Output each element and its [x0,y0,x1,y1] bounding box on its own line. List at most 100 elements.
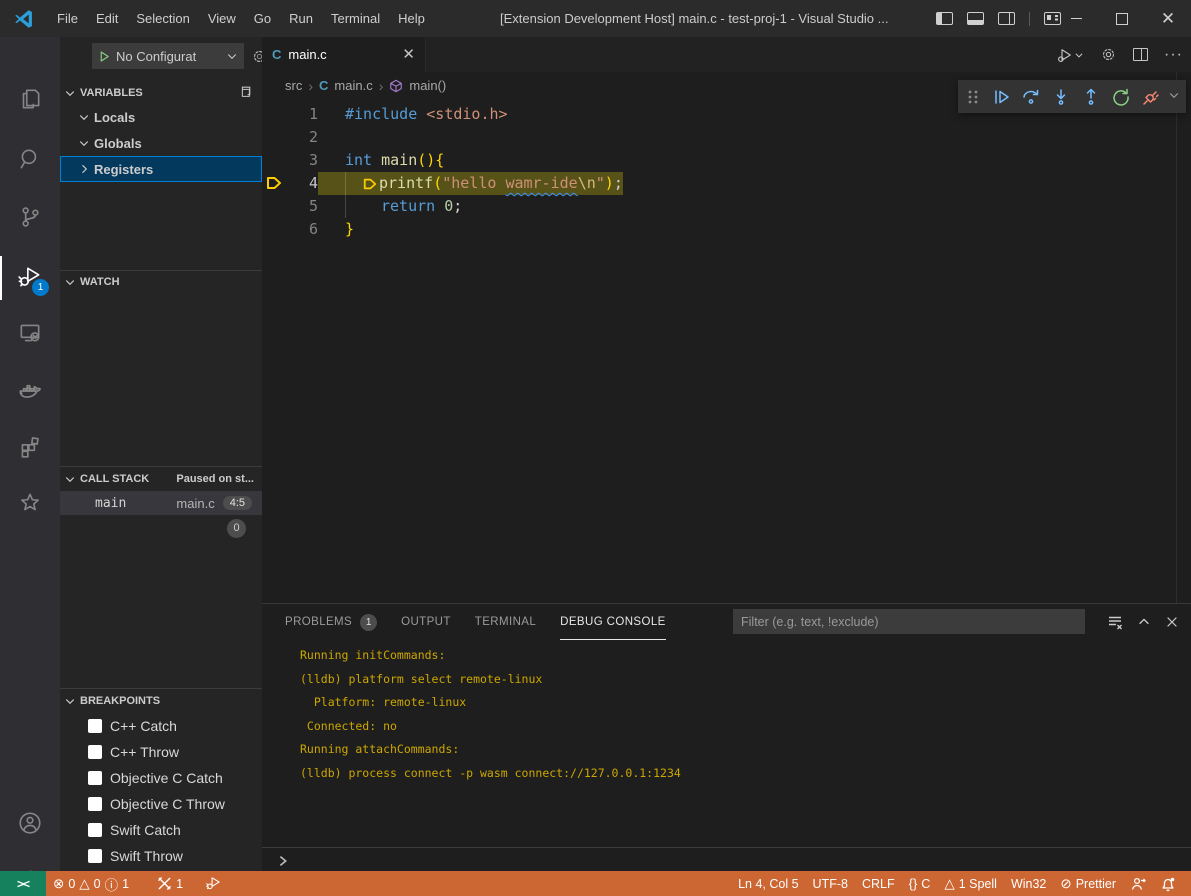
watch-header[interactable]: WATCH [60,271,262,293]
drag-handle-icon[interactable] [966,89,980,105]
checkbox[interactable] [88,823,102,837]
tab-problems[interactable]: PROBLEMS 1 [285,604,377,640]
maximize-button[interactable] [1099,0,1145,37]
sidebar-item-favorites[interactable] [0,479,60,527]
glyph-margin[interactable] [262,218,282,241]
toggle-panel-icon[interactable] [967,12,984,25]
copy-icon[interactable] [238,85,252,102]
sidebar-item-remote-explorer[interactable] [0,309,60,357]
debug-config-dropdown[interactable]: No Configurat [92,43,244,69]
line-number[interactable]: 3 [282,149,318,172]
variables-scope-globals[interactable]: Globals [60,130,262,156]
menu-go[interactable]: Go [245,0,280,37]
spell-checker-status[interactable]: △ 1 Spell [937,871,1004,896]
language-mode[interactable]: {} C [902,871,938,896]
menu-view[interactable]: View [199,0,245,37]
notifications-button[interactable] [1153,871,1183,896]
code-line-4-current[interactable]: 4 printf("hello wamr-ide\n"); [262,172,1191,195]
debug-console-input[interactable] [262,847,1191,873]
line-number[interactable]: 5 [282,195,318,218]
clear-console-icon[interactable] [1107,614,1123,630]
line-number[interactable]: 1 [282,103,318,126]
menu-edit[interactable]: Edit [87,0,127,37]
cursor-position[interactable]: Ln 4, Col 5 [731,871,805,896]
tools-status[interactable]: 1 [150,871,190,896]
tab-main-c[interactable]: C main.c ✕ [262,37,426,72]
breadcrumb-file[interactable]: main.c [334,78,372,93]
stack-frame-row[interactable]: main main.c 4:5 [60,491,262,515]
glyph-margin[interactable] [262,126,282,149]
feedback-button[interactable] [1123,871,1153,896]
split-editor-icon[interactable] [1133,48,1148,61]
glyph-margin[interactable] [262,172,282,195]
tab-debug-console[interactable]: DEBUG CONSOLE [560,604,666,640]
minimize-button[interactable] [1053,0,1099,37]
sidebar-item-source-control[interactable] [0,193,60,241]
maximize-panel-icon[interactable] [1137,615,1151,629]
menu-run[interactable]: Run [280,0,322,37]
console-filter-input[interactable] [733,609,1085,634]
breakpoint-row[interactable]: Swift Throw [60,843,262,869]
breadcrumb-symbol[interactable]: main() [409,78,446,93]
breakpoint-row[interactable]: C++ Catch [60,713,262,739]
menu-terminal[interactable]: Terminal [322,0,389,37]
step-out-button[interactable] [1076,83,1106,111]
checkbox[interactable] [88,719,102,733]
breakpoint-row[interactable]: Objective C Throw [60,791,262,817]
menu-selection[interactable]: Selection [127,0,198,37]
close-tab-icon[interactable]: ✕ [402,47,415,62]
close-panel-icon[interactable] [1165,615,1179,629]
tab-terminal[interactable]: TERMINAL [475,604,536,640]
toggle-primary-sidebar-icon[interactable] [936,12,953,25]
code-line-2[interactable]: 2 [262,126,1191,149]
line-number[interactable]: 2 [282,126,318,149]
breadcrumb-folder[interactable]: src [285,78,302,93]
variables-scope-registers[interactable]: Registers [60,156,262,182]
line-number[interactable]: 6 [282,218,318,241]
platform-status[interactable]: Win32 [1004,871,1053,896]
variables-scope-locals[interactable]: Locals [60,104,262,130]
menu-file[interactable]: File [48,0,87,37]
checkbox[interactable] [88,797,102,811]
run-or-debug-button[interactable] [1056,46,1084,64]
checkbox[interactable] [88,771,102,785]
checkbox[interactable] [88,849,102,863]
menu-help[interactable]: Help [389,0,434,37]
editor-scrollbar[interactable] [1176,72,1177,640]
breakpoint-row[interactable]: Swift Catch [60,817,262,843]
toggle-secondary-sidebar-icon[interactable] [998,12,1015,25]
restart-button[interactable] [1106,83,1136,111]
close-button[interactable]: ✕ [1145,0,1191,37]
eol-sequence[interactable]: CRLF [855,871,902,896]
glyph-margin[interactable] [262,195,282,218]
encoding[interactable]: UTF-8 [806,871,855,896]
code-line-3[interactable]: 3 int main(){ [262,149,1191,172]
line-number[interactable]: 4 [282,172,318,195]
continue-button[interactable] [986,83,1016,111]
sidebar-item-explorer[interactable] [0,75,60,123]
call-stack-header[interactable]: CALL STACK Paused on st... [60,467,262,491]
accounts-button[interactable] [0,799,60,847]
sidebar-item-search[interactable] [0,135,60,183]
breakpoint-row[interactable]: Objective C Catch [60,765,262,791]
glyph-margin[interactable] [262,103,282,126]
code-editor[interactable]: 1 #include <stdio.h> 2 3 int main(){ 4 p… [262,99,1191,640]
debug-status[interactable] [198,871,229,896]
checkbox[interactable] [88,745,102,759]
remote-indicator[interactable]: >< [0,871,46,896]
formatter-status[interactable]: ⊘ Prettier [1053,871,1123,896]
tab-output[interactable]: OUTPUT [401,604,451,640]
more-actions-icon[interactable]: ··· [1164,46,1183,64]
settings-gear-icon[interactable] [1100,46,1117,63]
sidebar-item-run-and-debug[interactable]: 1 [0,253,60,301]
glyph-margin[interactable] [262,149,282,172]
variables-header[interactable]: VARIABLES [60,82,262,104]
problems-status[interactable]: ⊗0 △0 ⓘ1 [46,871,136,896]
code-line-5[interactable]: 5 return 0; [262,195,1191,218]
code-line-6[interactable]: 6 } [262,218,1191,241]
step-over-button[interactable] [1016,83,1046,111]
disconnect-button[interactable] [1136,83,1166,111]
open-launch-config-gear-icon[interactable] [251,48,262,68]
step-into-button[interactable] [1046,83,1076,111]
breakpoint-row[interactable]: C++ Throw [60,739,262,765]
